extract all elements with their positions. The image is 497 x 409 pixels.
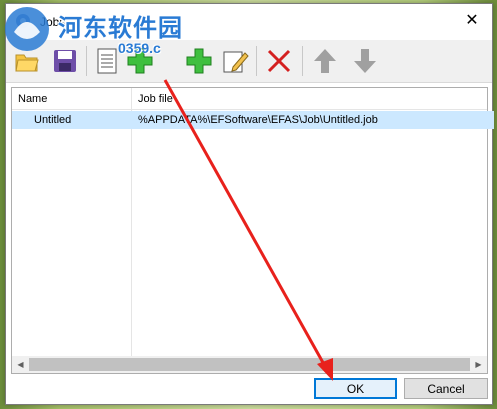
add-copy-button[interactable] <box>124 44 158 78</box>
new-list-icon <box>97 48 117 74</box>
window-title: Jobs <box>40 15 66 29</box>
new-list-button[interactable] <box>90 44 124 78</box>
scroll-left-icon[interactable]: ◀ <box>12 356 29 373</box>
save-button[interactable] <box>48 44 82 78</box>
list-header: Name Job file <box>12 88 487 110</box>
delete-icon <box>267 49 291 73</box>
add-copy-icon <box>127 48 153 74</box>
list-item[interactable]: Untitled %APPDATA%\EFSoftware\EFAS\Job\U… <box>12 111 494 129</box>
scrollbar-thumb[interactable] <box>29 358 470 371</box>
edit-button[interactable] <box>218 44 252 78</box>
open-folder-button[interactable] <box>10 44 44 78</box>
move-down-button[interactable] <box>348 44 382 78</box>
toolbar-separator <box>86 46 87 76</box>
folder-icon <box>15 54 39 72</box>
move-up-icon <box>314 49 336 73</box>
ok-button[interactable]: OK <box>314 378 397 399</box>
move-up-button[interactable] <box>308 44 342 78</box>
horizontal-scrollbar[interactable]: ◀ ▶ <box>12 356 487 373</box>
toolbar <box>6 40 492 83</box>
toolbar-separator <box>302 46 303 76</box>
close-icon: ✕ <box>465 12 479 29</box>
title-bar: Jobs ✕ <box>6 4 492 38</box>
job-file-path: %APPDATA%\EFSoftware\EFAS\Job\Untitled.j… <box>138 114 378 126</box>
column-header-name[interactable]: Name <box>18 93 47 105</box>
scroll-right-icon[interactable]: ▶ <box>470 356 487 373</box>
add-button[interactable] <box>182 44 216 78</box>
column-header-job-file[interactable]: Job file <box>138 93 173 105</box>
save-icon <box>54 50 76 72</box>
app-icon <box>16 14 30 28</box>
add-icon <box>186 48 212 74</box>
close-button[interactable]: ✕ <box>452 4 492 36</box>
job-name: Untitled <box>34 114 72 126</box>
toolbar-separator <box>256 46 257 76</box>
move-down-icon <box>354 49 376 73</box>
jobs-window: Jobs ✕ Name Job file Untitled %APPDATA%\… <box>5 3 494 405</box>
jobs-list[interactable]: Name Job file Untitled %APPDATA%\EFSoftw… <box>11 87 494 374</box>
cancel-button[interactable]: Cancel <box>404 378 488 399</box>
delete-button[interactable] <box>262 44 296 78</box>
edit-icon <box>223 51 249 73</box>
